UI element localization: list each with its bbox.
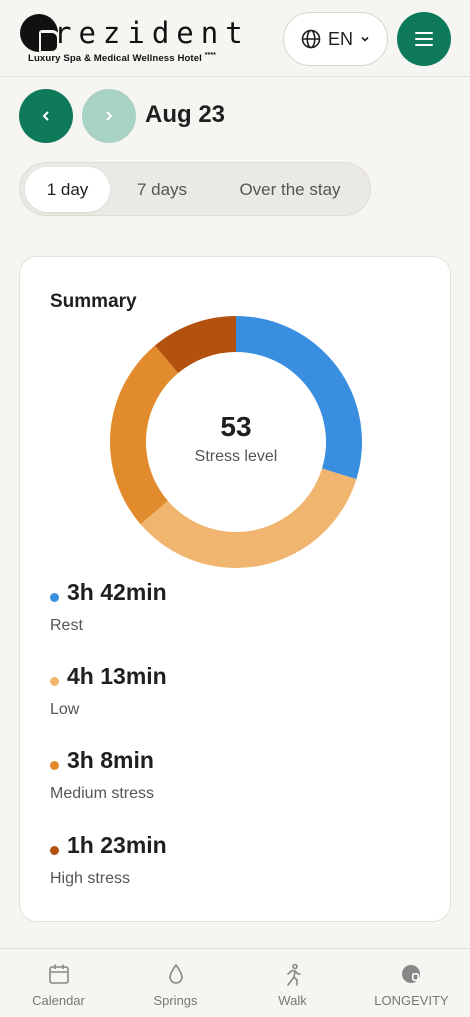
longevity-logo-icon — [401, 965, 420, 983]
summary-card: Summary 53 Stress level 3h 42min Rest 4h… — [19, 256, 451, 922]
legend-value: 3h 42min — [67, 579, 167, 605]
previous-day-button[interactable] — [19, 89, 73, 143]
donut-slice-low — [140, 468, 357, 568]
legend-value: 4h 13min — [67, 663, 167, 689]
legend-label: Medium stress — [50, 785, 155, 802]
chevron-right-icon — [106, 111, 113, 121]
legend-label: Low — [50, 701, 80, 718]
tab-1-day[interactable]: 1 day — [25, 167, 110, 212]
current-date: Aug 23 — [145, 101, 226, 128]
nav-label-springs: Springs — [153, 993, 198, 1008]
nav-item-walk[interactable]: Walk — [234, 949, 351, 1017]
next-day-button[interactable] — [82, 89, 136, 143]
nav-label-calendar: Calendar — [32, 993, 85, 1008]
range-tabs: 1 day 7 days Over the stay — [19, 162, 371, 216]
legend-label: Rest — [50, 617, 83, 634]
bottom-navigation: Calendar Springs Walk LONGEVITY — [0, 948, 470, 1017]
tab-7-days[interactable]: 7 days — [118, 167, 206, 212]
date-navigation: Aug 23 — [19, 89, 449, 143]
app-header: rezident Luxury Spa & Medical Wellness H… — [0, 0, 470, 77]
legend-value: 1h 23min — [67, 832, 167, 858]
legend-item-high-stress: 1h 23min High stress — [50, 832, 430, 902]
calendar-icon — [48, 964, 69, 984]
legend-value: 3h 8min — [67, 747, 154, 773]
nav-label-longevity: LONGEVITY — [374, 993, 449, 1008]
nav-item-springs[interactable]: Springs — [117, 949, 234, 1017]
legend-dot-low — [50, 677, 59, 686]
legend-label: High stress — [50, 870, 131, 887]
prezident-logo[interactable]: rezident Luxury Spa & Medical Wellness H… — [20, 14, 252, 66]
chevron-down-icon — [361, 36, 369, 42]
logo-wordmark: rezident — [54, 16, 250, 50]
nav-item-calendar[interactable]: Calendar — [0, 949, 117, 1017]
water-drop-icon — [168, 963, 183, 984]
logo-mark — [20, 14, 60, 54]
menu-button[interactable] — [397, 12, 451, 66]
legend-item-low: 4h 13min Low — [50, 663, 430, 733]
language-selector[interactable]: EN — [283, 12, 388, 66]
nav-item-longevity[interactable]: LONGEVITY — [353, 949, 470, 1017]
stress-level-value: 53 — [220, 411, 252, 442]
hamburger-icon — [415, 32, 433, 46]
chevron-left-icon — [42, 111, 49, 121]
globe-icon — [301, 29, 321, 49]
nav-label-walk: Walk — [278, 993, 307, 1008]
legend-item-medium-stress: 3h 8min Medium stress — [50, 747, 430, 817]
legend-dot-rest — [50, 593, 59, 602]
legend-dot-high — [50, 846, 59, 855]
legend-item-rest: 3h 42min Rest — [50, 579, 430, 649]
stress-level-label: Stress level — [194, 448, 278, 465]
walking-person-icon — [286, 963, 301, 986]
language-label: EN — [327, 28, 353, 49]
legend-dot-medium — [50, 761, 59, 770]
tab-over-the-stay[interactable]: Over the stay — [218, 167, 362, 212]
logo-subtitle: Luxury Spa & Medical Wellness Hotel **** — [28, 52, 216, 65]
